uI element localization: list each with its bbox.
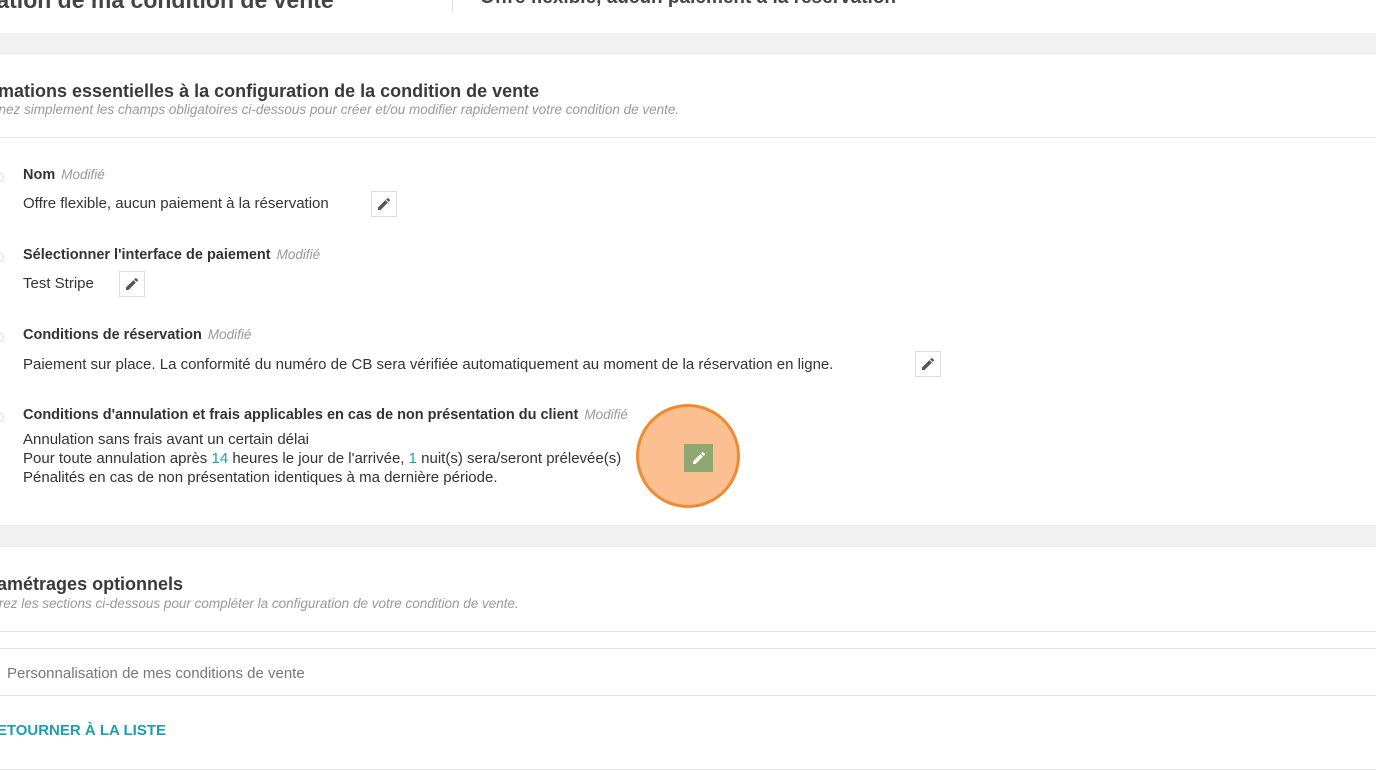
divider	[0, 137, 1376, 138]
field-label-text: Conditions d'annulation et frais applica…	[23, 407, 579, 423]
page-header: Création de ma condition de vente Offre …	[0, 0, 1376, 33]
back-to-list-link[interactable]: RETOURNER À LA LISTE	[0, 722, 166, 739]
cancellation-line-2: Pour toute annulation après 14 heures le…	[23, 450, 621, 467]
field-name-label: Nom Modifié	[23, 167, 105, 183]
section-customization[interactable]: Personnalisation de mes conditions de ve…	[0, 648, 1376, 696]
optional-description: Parcourez les sections ci-dessous pour c…	[0, 596, 519, 611]
cancellation-line-1: Annulation sans frais avant un certain d…	[23, 431, 310, 448]
modified-badge: Modifié	[276, 247, 321, 262]
page-subtitle: Offre flexible, aucun paiement à la rése…	[480, 0, 896, 9]
pencil-icon	[922, 357, 935, 370]
nights-value: 1	[408, 450, 417, 467]
field-booking-value: Paiement sur place. La conformité du num…	[23, 356, 834, 373]
modified-badge: Modifié	[584, 407, 628, 422]
field-cancellation-label: Conditions d'annulation et frais applica…	[23, 407, 628, 423]
title-separator	[452, 0, 453, 12]
essentials-description: Renseignez simplement les champs obligat…	[0, 102, 680, 117]
edit-name-button[interactable]	[371, 191, 397, 217]
field-name-value: Offre flexible, aucun paiement à la rése…	[23, 195, 329, 212]
cancellation-text: nuit(s) sera/seront prélevée(s)	[421, 450, 622, 467]
modified-badge: Modifié	[207, 327, 252, 342]
field-booking-label: Conditions de réservation Modifié	[23, 327, 251, 343]
field-label-text: Conditions de réservation	[23, 327, 202, 343]
cancellation-text: Pour toute annulation après	[23, 450, 208, 467]
field-label-text: Sélectionner l'interface de paiement	[23, 247, 271, 263]
divider	[0, 631, 1376, 632]
field-label-text: Nom	[23, 167, 56, 183]
page-title: Création de ma condition de vente	[0, 0, 334, 13]
field-bullet	[0, 332, 4, 342]
field-bullet	[0, 412, 4, 422]
essentials-title: Informations essentielles à la configura…	[0, 81, 540, 101]
pencil-icon	[126, 277, 139, 290]
field-payment-value: Test Stripe	[23, 275, 94, 292]
field-bullet	[0, 252, 4, 262]
field-bullet	[0, 172, 4, 182]
edit-payment-button[interactable]	[119, 271, 145, 297]
optional-title: Paramétrages optionnels	[0, 574, 184, 594]
edit-booking-button[interactable]	[915, 351, 941, 377]
modified-badge: Modifié	[61, 167, 105, 182]
section-customization-label: Personnalisation de mes conditions de ve…	[7, 665, 305, 682]
cancellation-line-3: Pénalités en cas de non présentation ide…	[23, 469, 498, 486]
edit-cancellation-button[interactable]	[684, 444, 713, 472]
pencil-icon	[692, 451, 705, 464]
pencil-icon	[378, 197, 391, 210]
cancellation-text: heures le jour de l'arrivée,	[232, 450, 405, 467]
field-payment-label: Sélectionner l'interface de paiement Modi…	[23, 247, 320, 263]
hours-value: 14	[211, 450, 229, 467]
